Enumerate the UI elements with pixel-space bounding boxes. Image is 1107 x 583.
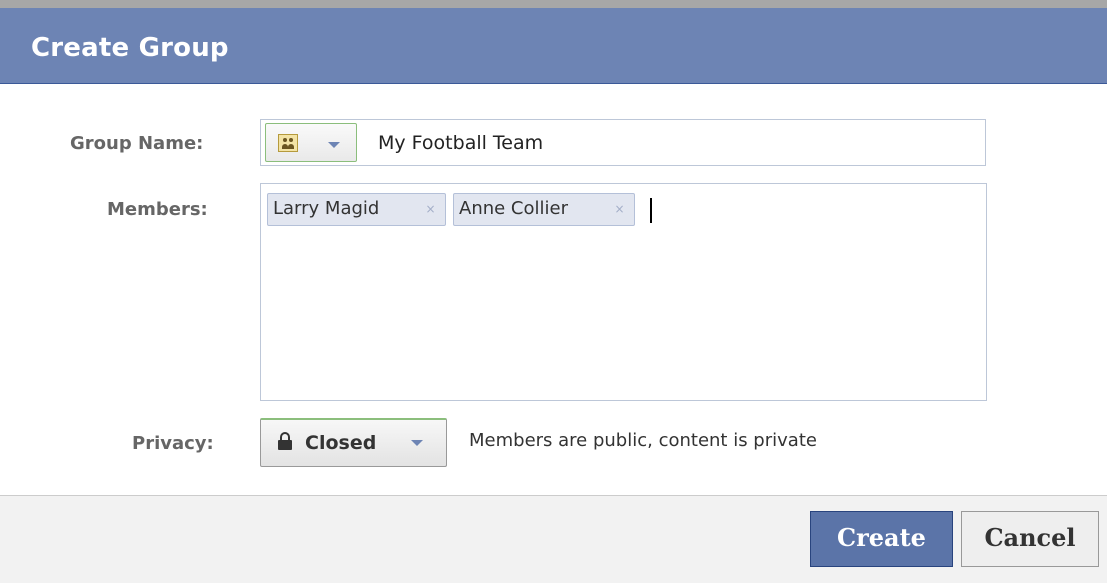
privacy-selected-value: Closed (305, 432, 377, 454)
member-token[interactable]: Anne Collier × (453, 193, 635, 226)
group-name-input[interactable]: My Football Team (378, 131, 543, 155)
member-token[interactable]: Larry Magid × (267, 193, 446, 226)
remove-token-icon[interactable]: × (425, 203, 436, 215)
create-button[interactable]: Create (810, 511, 953, 567)
privacy-description: Members are public, content is private (469, 430, 817, 451)
privacy-dropdown[interactable]: Closed (260, 418, 447, 467)
member-token-name: Larry Magid (273, 198, 380, 219)
member-token-name: Anne Collier (459, 198, 568, 219)
top-strip (0, 0, 1107, 8)
group-name-label: Group Name: (70, 133, 204, 154)
members-label: Members: (107, 199, 208, 220)
create-group-dialog: Create Group Group Name: My Football Tea… (0, 0, 1107, 583)
privacy-label: Privacy: (132, 433, 214, 454)
group-people-icon (278, 134, 298, 152)
members-input[interactable]: Larry Magid × Anne Collier × (260, 183, 987, 401)
lock-icon (278, 432, 292, 452)
dialog-title-bar: Create Group (0, 8, 1107, 84)
chevron-down-icon (411, 440, 423, 446)
group-icon-picker-button[interactable] (265, 123, 357, 162)
group-name-field[interactable]: My Football Team (260, 119, 986, 166)
text-cursor (650, 198, 652, 223)
cancel-button[interactable]: Cancel (961, 511, 1099, 567)
chevron-down-icon (328, 142, 340, 148)
dialog-title: Create Group (31, 33, 229, 63)
dialog-footer: Create Cancel (0, 495, 1107, 583)
remove-token-icon[interactable]: × (614, 203, 625, 215)
